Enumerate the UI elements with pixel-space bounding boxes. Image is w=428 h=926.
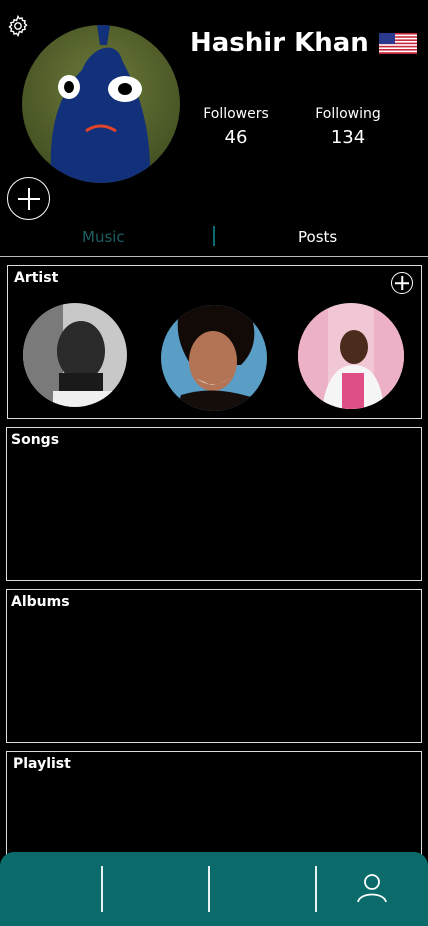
tab-posts[interactable]: Posts — [298, 228, 337, 246]
tab-underline — [0, 256, 428, 257]
artist-avatar-1[interactable] — [23, 303, 127, 407]
albums-section: Albums — [6, 589, 422, 743]
profile-avatar[interactable] — [22, 25, 180, 183]
tab-divider — [213, 226, 215, 246]
bottom-nav — [0, 852, 428, 926]
artist-section: Artist — [7, 265, 422, 419]
nav-item-3[interactable] — [209, 852, 315, 926]
artist-avatar-3[interactable] — [298, 303, 404, 409]
following-count: 134 — [330, 127, 366, 148]
songs-section-title: Songs — [11, 432, 60, 448]
albums-section-title: Albums — [11, 594, 70, 610]
user-icon[interactable] — [355, 870, 389, 904]
add-button[interactable] — [7, 177, 50, 220]
profile-name: Hashir Khan — [190, 28, 369, 58]
songs-section: Songs — [6, 427, 422, 581]
playlist-section-title: Playlist — [13, 756, 71, 772]
artist-avatar-2[interactable] — [161, 305, 267, 411]
followers-count: 46 — [224, 127, 248, 148]
tab-music[interactable]: Music — [82, 228, 125, 246]
us-flag-icon — [379, 33, 417, 54]
followers-label: Followers — [203, 106, 269, 122]
nav-divider — [315, 866, 317, 912]
followers-stat[interactable]: Followers 46 — [186, 106, 286, 148]
nav-item-1[interactable] — [0, 852, 101, 926]
following-stat[interactable]: Following 134 — [298, 106, 398, 148]
settings-gear-icon[interactable] — [6, 14, 30, 38]
following-label: Following — [315, 106, 381, 122]
nav-item-2[interactable] — [102, 852, 208, 926]
artist-section-title: Artist — [14, 270, 59, 286]
add-artist-button[interactable] — [391, 272, 413, 294]
